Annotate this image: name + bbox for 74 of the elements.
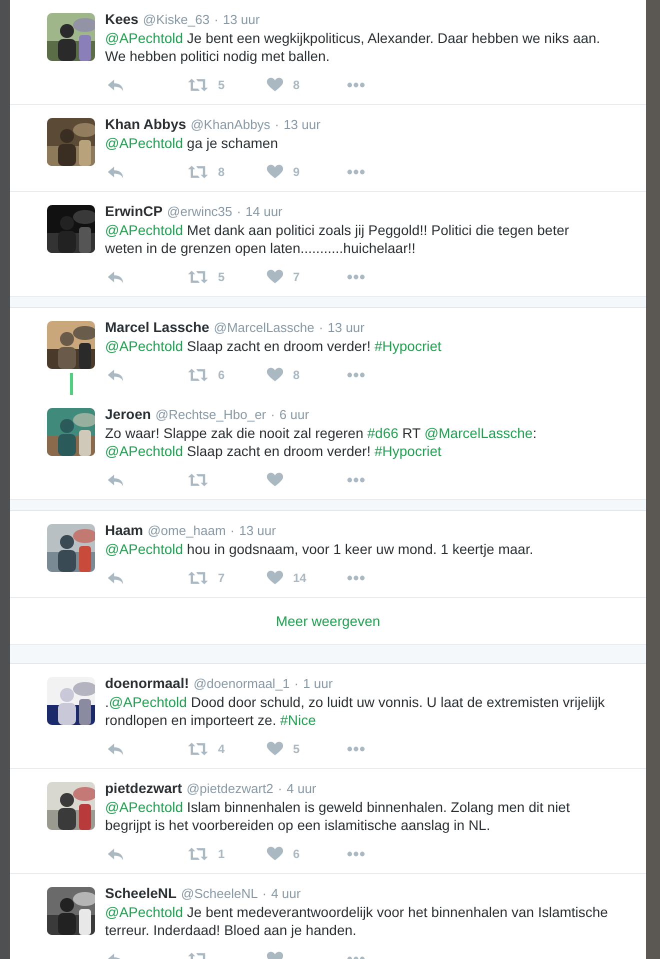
- like-count: 5: [293, 742, 300, 756]
- mention-link[interactable]: @APechtold: [105, 443, 184, 459]
- separator-dot: ·: [236, 204, 242, 219]
- tweet-time[interactable]: 14 uur: [246, 204, 282, 219]
- author-name[interactable]: pietdezwart: [105, 780, 182, 796]
- tweet-text: @APechtold Slaap zacht en droom verder! #Hypocriet: [105, 337, 442, 355]
- retweet-count: 1: [218, 847, 225, 861]
- separator-dot: ·: [278, 781, 282, 796]
- mention-link[interactable]: @APechtold: [105, 338, 184, 354]
- hashtag-link[interactable]: #d66: [367, 425, 398, 441]
- hashtag-link[interactable]: #Hypocriet: [374, 338, 442, 354]
- author-name[interactable]: Kees: [105, 11, 138, 27]
- tweet-time[interactable]: 13 uur: [222, 12, 260, 27]
- mention-link[interactable]: @APechtold: [105, 135, 184, 151]
- tweet-time[interactable]: 4 uur: [286, 781, 316, 796]
- tweet-text: Zo waar! Slappe zak die nooit zal regeren #d66 RT @MarcelLassche: @APechtold Slaap zacht en droom verder! #Hypocriet: [105, 424, 538, 460]
- tweet-time[interactable]: 4 uur: [271, 886, 301, 901]
- author-name[interactable]: Jeroen: [105, 406, 151, 422]
- like-count: 9: [293, 165, 300, 179]
- author-name[interactable]: ErwinCP: [105, 203, 163, 219]
- tweet-time[interactable]: 6 uur: [279, 407, 310, 422]
- separator-dot: ·: [294, 676, 299, 691]
- user-handle: @MarcelLassche: [214, 320, 314, 335]
- tweet-text: .@APechtold Dood door schuld, zo luidt uw vonnis. U laat de extremisten vrijelijk rondlopen en importeert ze. #Nice: [105, 693, 606, 729]
- separator-dot: ·: [230, 523, 235, 538]
- like-count: 8: [293, 78, 300, 92]
- tweet-text: @APechtold Je bent medeverantwoordelijk voor het binnenhalen van Islamtische terreur. Inderdaad! Bloed aan je handen.: [105, 903, 609, 939]
- hashtag-link[interactable]: #Hypocriet: [374, 443, 442, 459]
- tweet-time[interactable]: 13 uur: [328, 320, 364, 335]
- separator-dot: ·: [274, 117, 280, 132]
- user-handle: @ScheeleNL: [181, 886, 258, 901]
- retweet-count: 4: [218, 742, 225, 756]
- like-count: 14: [293, 571, 306, 585]
- author-name[interactable]: doenormaal!: [105, 675, 190, 691]
- user-handle: @pietdezwart2: [186, 781, 274, 796]
- user-handle: @ome_haam: [148, 523, 226, 538]
- mention-link[interactable]: @MarcelLassche: [424, 425, 533, 441]
- mention-link[interactable]: @APechtold: [105, 799, 184, 815]
- tweet-text: @APechtold ga je schamen: [105, 134, 279, 152]
- tweet-time[interactable]: 1 uur: [303, 676, 333, 691]
- separator-dot: ·: [262, 886, 267, 901]
- user-handle: @Kiske_63: [142, 12, 210, 27]
- tweet-text: @APechtold Met dank aan politici zoals jij Peggold!! Politici die tegen beter weten in de grenzen open laten...........huichelaar!!: [105, 221, 570, 257]
- retweet-count: 7: [218, 571, 225, 585]
- mention-link[interactable]: @APechtold: [105, 222, 184, 238]
- retweet-count: 6: [218, 368, 225, 382]
- tweet-text: @APechtold Je bent een wegkijkpoliticus, Alexander. Daar hebben we niks aan. We hebben politici nodig met ballen.: [105, 29, 602, 65]
- retweet-count: 8: [218, 165, 225, 179]
- author-name[interactable]: Khan Abbys: [105, 116, 186, 132]
- user-handle: @Rechtse_Hbo_er: [155, 407, 266, 422]
- like-count: 6: [293, 847, 300, 861]
- like-count: 7: [293, 270, 300, 284]
- mention-link[interactable]: @APechtold: [105, 541, 184, 557]
- tweet-time[interactable]: 13 uur: [239, 523, 276, 538]
- author-name[interactable]: Marcel Lassche: [105, 319, 210, 335]
- like-count: 8: [293, 368, 300, 382]
- tweet-text: @APechtold Islam binnenhalen is geweld binnenhalen. Zolang men dit niet begrijpt is het voorbereiden op een islamitische aanslag in NL.: [105, 798, 571, 834]
- user-handle: @erwinc35: [167, 204, 232, 219]
- user-handle: @doenormaal_1: [193, 676, 290, 691]
- separator-dot: ·: [214, 12, 218, 27]
- mention-link[interactable]: @APechtold: [108, 694, 187, 710]
- retweet-count: 5: [218, 78, 225, 92]
- show-more-link[interactable]: Meer weergeven: [276, 613, 380, 629]
- hashtag-link[interactable]: #Nice: [280, 712, 316, 728]
- author-name[interactable]: Haam: [105, 522, 144, 538]
- mention-link[interactable]: @APechtold: [105, 904, 184, 920]
- mention-link[interactable]: @APechtold: [105, 30, 184, 46]
- retweet-count: 5: [218, 270, 225, 284]
- separator-dot: ·: [270, 407, 275, 422]
- separator-dot: ·: [318, 320, 324, 335]
- tweet-text: @APechtold hou in godsnaam, voor 1 keer uw mond. 1 keertje maar.: [105, 540, 534, 558]
- user-handle: @KhanAbbys: [190, 117, 270, 132]
- author-name[interactable]: ScheeleNL: [105, 885, 177, 901]
- tweet-time[interactable]: 13 uur: [284, 117, 320, 132]
